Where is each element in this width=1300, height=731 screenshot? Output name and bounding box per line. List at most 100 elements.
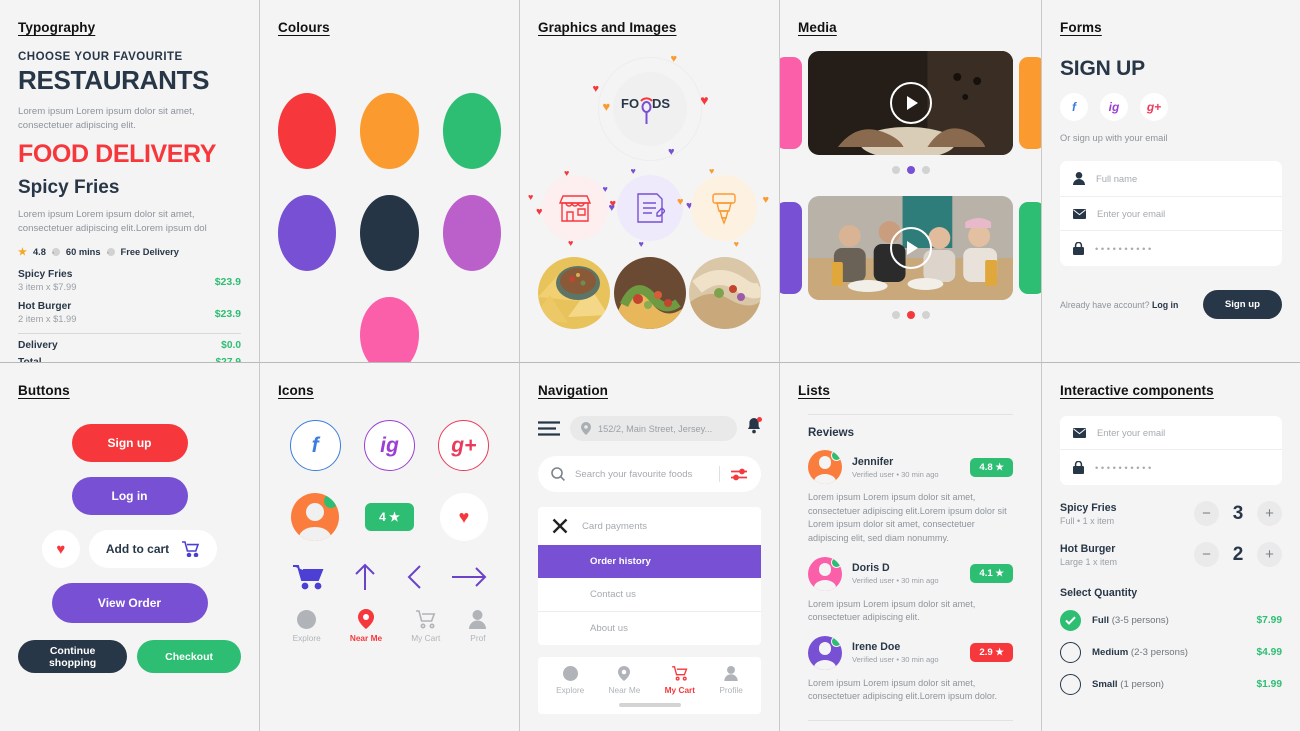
google-plus-icon[interactable]: g+ bbox=[1140, 93, 1168, 121]
menu-item-contact-us[interactable]: Contact us bbox=[538, 578, 761, 611]
chevron-left-icon[interactable] bbox=[404, 564, 424, 590]
password-field[interactable]: • • • • • • • • • • bbox=[1060, 231, 1282, 266]
play-button[interactable] bbox=[889, 82, 932, 124]
quantity-stepper: − 2 + bbox=[1194, 542, 1282, 567]
tab-explore[interactable]: Explore bbox=[556, 666, 584, 695]
arrow-up-icon[interactable] bbox=[353, 563, 377, 591]
store-glyph bbox=[558, 195, 592, 222]
carousel-dot[interactable] bbox=[921, 311, 930, 319]
carousel-dot-active[interactable] bbox=[906, 311, 915, 319]
rating-badge: 4.8 ★ bbox=[970, 457, 1013, 477]
divider bbox=[18, 332, 241, 334]
menu-item-order-history[interactable]: Order history bbox=[538, 545, 761, 578]
quantity-option-medium[interactable]: Medium (2-3 persons) $4.99 bbox=[1060, 642, 1282, 663]
order-summary: Spicy Fries 3 item x $7.99 $23.9 Hot Bur… bbox=[18, 269, 241, 362]
avatar bbox=[808, 556, 842, 591]
tab-profile[interactable]: Profile bbox=[719, 666, 743, 695]
tab-profile[interactable]: Prof bbox=[469, 610, 487, 643]
carousel-dot-active[interactable] bbox=[906, 166, 915, 174]
nachos-photo bbox=[538, 257, 610, 329]
search-bar[interactable]: Search your favourite foods bbox=[538, 456, 761, 492]
media-carousel-1 bbox=[780, 51, 1041, 155]
facebook-icon[interactable]: f bbox=[1060, 93, 1088, 121]
close-icon[interactable] bbox=[552, 518, 568, 534]
increment-button[interactable]: + bbox=[1257, 501, 1282, 526]
menu-item-about-us[interactable]: About us bbox=[538, 611, 761, 645]
tab-explore[interactable]: Explore bbox=[293, 610, 321, 643]
carousel-dots-1 bbox=[798, 166, 1023, 174]
tab-my-cart[interactable]: My Cart bbox=[411, 610, 440, 643]
tab-my-cart[interactable]: My Cart bbox=[665, 666, 695, 695]
instagram-icon[interactable]: ig bbox=[1100, 93, 1128, 121]
instagram-icon[interactable]: ig bbox=[363, 420, 415, 471]
avatar-head bbox=[818, 456, 832, 470]
continue-shopping-button[interactable]: Continue shopping bbox=[18, 640, 128, 673]
tab-near-me[interactable]: Near Me bbox=[609, 666, 640, 695]
fullname-field[interactable]: Full name bbox=[1060, 161, 1282, 197]
feature-delivery-icon[interactable]: ♥ ♥ ♥ ♥ bbox=[677, 167, 769, 249]
email-placeholder: Enter your email bbox=[1097, 427, 1166, 438]
colour-swatch[interactable] bbox=[360, 195, 419, 271]
login-button[interactable]: Log in bbox=[71, 477, 188, 515]
radio-unselected[interactable] bbox=[1060, 674, 1081, 695]
notification-bell[interactable] bbox=[747, 417, 762, 439]
tab-near-me[interactable]: Near Me bbox=[350, 609, 382, 643]
menu-item-card-payments[interactable]: Card payments bbox=[538, 507, 761, 545]
peek-card-left[interactable] bbox=[780, 202, 802, 294]
option-name: Full bbox=[1092, 615, 1110, 626]
increment-button[interactable]: + bbox=[1257, 542, 1282, 567]
peek-card-left[interactable] bbox=[780, 57, 802, 149]
colour-swatch[interactable] bbox=[442, 195, 501, 271]
location-pin-icon bbox=[618, 666, 631, 681]
facebook-icon[interactable]: f bbox=[289, 420, 341, 471]
avatar-body bbox=[813, 473, 837, 484]
carousel-dot[interactable] bbox=[891, 166, 900, 174]
checkout-button[interactable]: Checkout bbox=[137, 640, 241, 673]
peek-card-right[interactable] bbox=[1019, 57, 1041, 149]
google-plus-icon[interactable]: g+ bbox=[438, 420, 490, 471]
signup-button[interactable]: Sign up bbox=[71, 424, 188, 462]
heart-icon[interactable]: ♥ bbox=[439, 493, 488, 541]
order-item-price: $23.9 bbox=[214, 307, 241, 320]
email-field[interactable]: Enter your email bbox=[1060, 197, 1282, 231]
cart-icon[interactable] bbox=[292, 564, 326, 590]
avatar[interactable] bbox=[291, 493, 340, 541]
decrement-button[interactable]: − bbox=[1194, 542, 1219, 567]
section-title-forms: Forms bbox=[1060, 20, 1102, 35]
carousel-dot[interactable] bbox=[921, 166, 930, 174]
hamburger-menu-icon[interactable] bbox=[538, 421, 560, 436]
view-order-button[interactable]: View Order bbox=[51, 583, 208, 623]
logo-badge: FO DS bbox=[612, 72, 687, 146]
option-price: $7.99 bbox=[1256, 615, 1283, 626]
favourite-heart-button[interactable]: ♥ bbox=[41, 530, 80, 568]
feature-document-icon[interactable]: ♥ ♥ ♥ ♥ ♥ bbox=[603, 167, 693, 249]
friends-dining-video-card[interactable] bbox=[808, 196, 1013, 300]
peek-card-right[interactable] bbox=[1019, 202, 1041, 294]
quantity-option-small[interactable]: Small (1 person) $1.99 bbox=[1060, 674, 1282, 695]
password-field[interactable]: • • • • • • • • • • bbox=[1060, 450, 1282, 485]
colour-swatch[interactable] bbox=[360, 93, 419, 169]
cart-icon bbox=[182, 541, 200, 557]
play-button[interactable] bbox=[889, 227, 932, 269]
carousel-dot[interactable] bbox=[891, 311, 900, 319]
add-to-cart-button[interactable]: Add to cart bbox=[88, 530, 218, 568]
add-to-cart-row: ♥ Add to cart bbox=[41, 530, 218, 568]
filter-icon[interactable] bbox=[730, 468, 748, 481]
reviewer-name: Doris D bbox=[852, 562, 890, 575]
dough-video-card[interactable] bbox=[808, 51, 1013, 155]
arrow-right-icon[interactable] bbox=[451, 566, 487, 588]
signup-submit-button[interactable]: Sign up bbox=[1202, 290, 1282, 319]
address-bar[interactable]: 152/2, Main Street, Jersey... bbox=[570, 416, 737, 441]
email-field[interactable]: Enter your email bbox=[1060, 416, 1282, 450]
colour-swatch[interactable] bbox=[360, 297, 419, 362]
colour-swatch[interactable] bbox=[278, 93, 337, 169]
quantity-option-full[interactable]: Full (3-5 persons) $7.99 bbox=[1060, 610, 1282, 631]
decrement-button[interactable]: − bbox=[1194, 501, 1219, 526]
radio-selected[interactable] bbox=[1060, 610, 1081, 631]
colour-swatch[interactable] bbox=[278, 195, 337, 271]
design-system-sheet: Typography CHOOSE YOUR FAVOURITE RESTAUR… bbox=[0, 0, 1300, 731]
feature-store-icon[interactable]: ♥ ♥ ♥ ♥ ♥ bbox=[528, 169, 616, 248]
login-link[interactable]: Log in bbox=[1152, 300, 1178, 310]
radio-unselected[interactable] bbox=[1060, 642, 1081, 663]
colour-swatch[interactable] bbox=[442, 93, 501, 169]
